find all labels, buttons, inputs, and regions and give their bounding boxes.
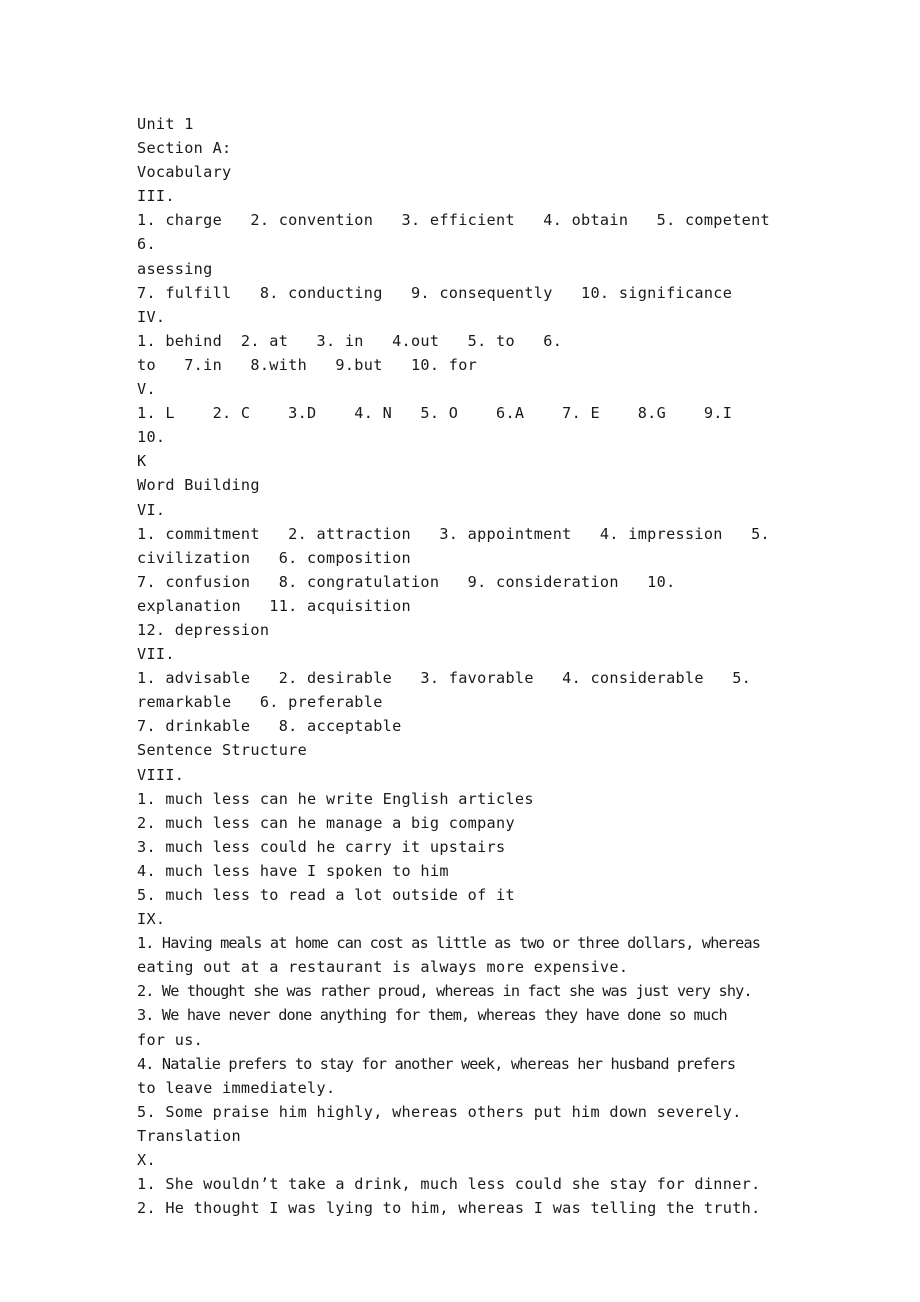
document-line: III. bbox=[137, 187, 175, 206]
document-text-body: Unit 1 Section A: Vocabulary III. 1. cha… bbox=[137, 112, 797, 1220]
document-line: Sentence Structure bbox=[137, 741, 308, 760]
document-line: remarkable 6. preferable bbox=[137, 693, 383, 712]
document-line: explanation 11. acquisition bbox=[137, 596, 411, 615]
document-line: asessing bbox=[137, 259, 213, 278]
document-line: K bbox=[137, 452, 147, 471]
document-line: 1. commitment 2. attraction 3. appointme… bbox=[137, 524, 770, 543]
document-line: civilization 6. composition bbox=[137, 548, 411, 567]
document-line: 1. charge 2. convention 3. efficient 4. … bbox=[137, 211, 799, 254]
document-line: IX. bbox=[137, 910, 166, 929]
document-line: IV. bbox=[137, 307, 166, 326]
document-line: V. bbox=[137, 380, 156, 399]
document-line: X. bbox=[137, 1151, 156, 1170]
document-line: 1. She wouldn’t take a drink, much less … bbox=[137, 1175, 761, 1194]
document-line: 7. drinkable 8. acceptable bbox=[137, 717, 402, 736]
document-line: 1. much less can he write English articl… bbox=[137, 789, 534, 808]
document-line: 1. advisable 2. desirable 3. favorable 4… bbox=[137, 669, 752, 688]
document-line: 4. Natalie prefers to stay for another w… bbox=[137, 1054, 736, 1073]
document-line: 1. behind 2. at 3. in 4.out 5. to 6. bbox=[137, 331, 563, 350]
document-line: Unit 1 bbox=[137, 115, 194, 133]
document-page: Unit 1 Section A: Vocabulary III. 1. cha… bbox=[0, 0, 920, 1302]
document-line: 2. We thought she was rather proud, wher… bbox=[137, 982, 753, 1001]
document-line: eating out at a restaurant is always mor… bbox=[137, 958, 629, 977]
document-line: 3. much less could he carry it upstairs bbox=[137, 837, 506, 856]
document-line: 3. We have never done anything for them,… bbox=[137, 1006, 728, 1025]
document-line: 5. much less to read a lot outside of it bbox=[137, 886, 515, 904]
document-line: 7. confusion 8. congratulation 9. consid… bbox=[137, 572, 676, 591]
document-line: for us. bbox=[137, 1030, 204, 1049]
document-line: Word Building bbox=[137, 476, 260, 495]
document-line: VI. bbox=[137, 500, 166, 519]
document-line: Vocabulary bbox=[137, 163, 232, 182]
document-line: Section A: bbox=[137, 139, 232, 158]
document-line: 7. fulfill 8. conducting 9. consequently… bbox=[137, 283, 733, 302]
document-line: 2. He thought I was lying to him, wherea… bbox=[137, 1199, 761, 1218]
document-line: Translation bbox=[137, 1126, 241, 1145]
document-line: VII. bbox=[137, 645, 175, 664]
document-line: 12. depression bbox=[137, 620, 270, 639]
document-line: VIII. bbox=[137, 765, 185, 784]
document-line: 2. much less can he manage a big company bbox=[137, 813, 515, 832]
document-line: to leave immediately. bbox=[137, 1078, 336, 1097]
document-line: 1. L 2. C 3.D 4. N 5. O 6.A 7. E 8.G 9.I… bbox=[137, 404, 770, 447]
document-line: 1. Having meals at home can cost as litt… bbox=[137, 934, 761, 953]
document-line: 4. much less have I spoken to him bbox=[137, 861, 449, 880]
document-line: to 7.in 8.with 9.but 10. for bbox=[137, 355, 478, 374]
document-line: 5. Some praise him highly, whereas other… bbox=[137, 1102, 742, 1121]
